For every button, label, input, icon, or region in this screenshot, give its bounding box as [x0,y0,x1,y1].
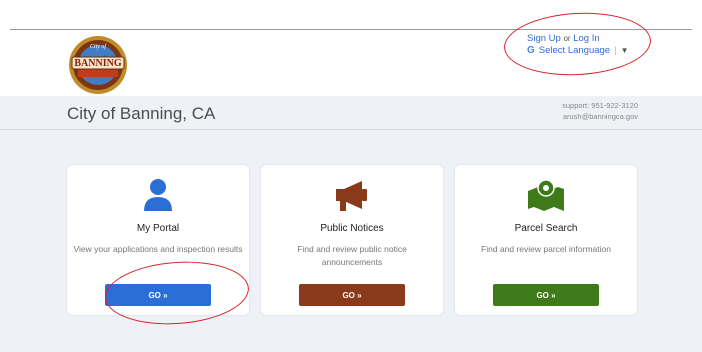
user-icon [144,179,172,211]
card-description: View your applications and inspection re… [73,244,243,254]
annotation-circle-language [502,9,653,79]
card-parcel-search[interactable]: Parcel Search Find and review parcel inf… [455,165,637,315]
support-email[interactable]: arush@banningca.gov [562,111,638,122]
support-info: support: 951-922-3120 arush@banningca.go… [562,100,638,122]
card-description: Find and review public notice announceme… [297,244,407,267]
card-title: Public Notices [320,223,384,234]
megaphone-icon [336,181,367,211]
card-title: My Portal [136,223,180,234]
logo-text-top: City of [89,44,107,50]
card-title: Parcel Search [514,223,578,234]
logo-text-main: BANNING [74,58,122,69]
card-description: Find and review parcel information [481,244,611,254]
card-public-notices[interactable]: Public Notices Find and review public no… [261,165,443,315]
site-title: City of Banning, CA [67,104,216,123]
support-phone: support: 951-922-3120 [562,101,638,110]
map-pin-icon [528,179,564,211]
parcel-search-go-button[interactable]: GO » [493,284,599,306]
city-logo[interactable]: City of BANNING [67,35,129,95]
public-notices-go-button[interactable]: GO » [299,284,405,306]
